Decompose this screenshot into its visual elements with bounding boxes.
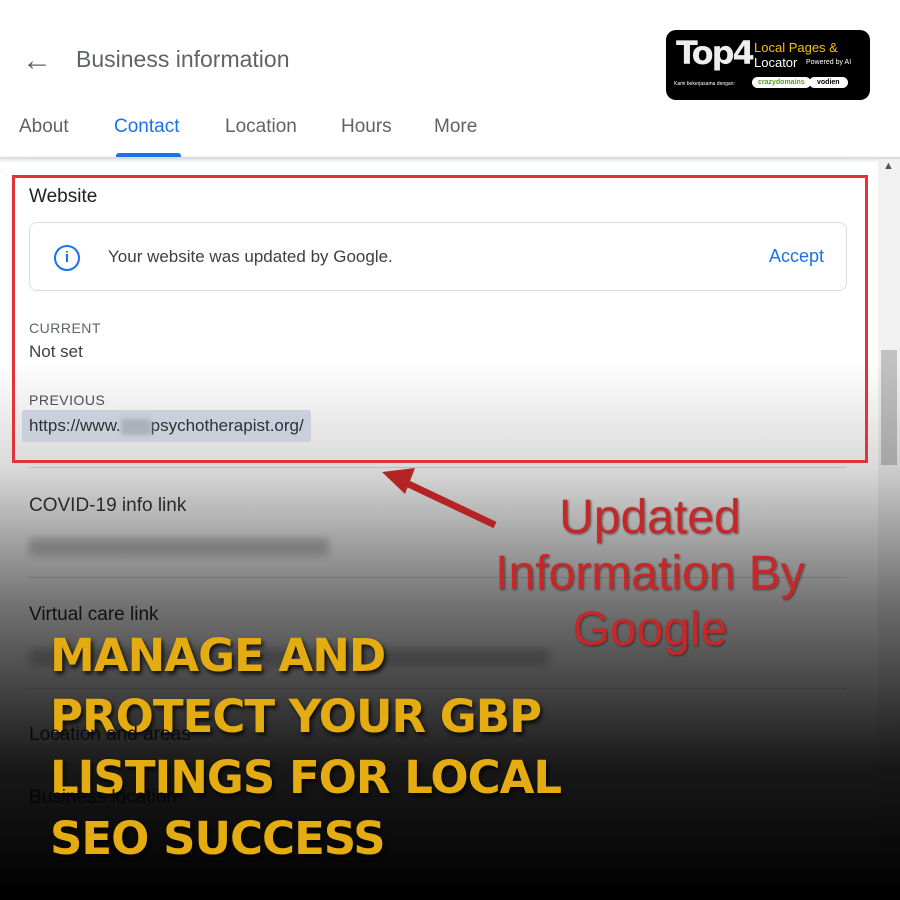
tab-location[interactable]: Location <box>225 116 297 138</box>
business-location-heading: Business location <box>29 787 177 808</box>
highlight-box <box>12 175 868 463</box>
logo-partner1: crazydomains <box>752 77 811 88</box>
logo-brand: Top4 <box>676 34 755 72</box>
covid-link-heading: COVID-19 info link <box>29 495 187 516</box>
tab-hours[interactable]: Hours <box>341 116 392 138</box>
logo-powered: Powered by AI <box>806 59 852 66</box>
tab-about[interactable]: About <box>19 116 69 138</box>
scroll-up-icon[interactable]: ▲ <box>883 160 894 172</box>
headline: MANAGE AND PROTECT YOUR GBP LISTINGS FOR… <box>50 625 562 869</box>
logo-partner-text: Kami bekerjasama dengan: <box>674 81 735 87</box>
logo-line1: Local Pages & <box>754 40 838 55</box>
headline-line: MANAGE AND <box>50 629 386 682</box>
location-areas-heading: Location and areas <box>29 724 191 745</box>
page-title: Business information <box>76 46 290 72</box>
top4-logo: Top4 Local Pages & Locator Powered by AI… <box>666 30 870 100</box>
logo-line2: Locator <box>754 55 798 70</box>
virtual-care-heading: Virtual care link <box>29 604 159 625</box>
back-arrow-icon[interactable]: ← <box>22 44 52 78</box>
headline-line: SEO SUCCESS <box>50 812 386 865</box>
tab-contact[interactable]: Contact <box>114 116 179 138</box>
tab-more[interactable]: More <box>434 116 477 138</box>
annotation-line: Updated <box>559 491 741 544</box>
logo-partner2: vodien <box>809 77 848 88</box>
annotation-line: Information By <box>495 547 805 600</box>
